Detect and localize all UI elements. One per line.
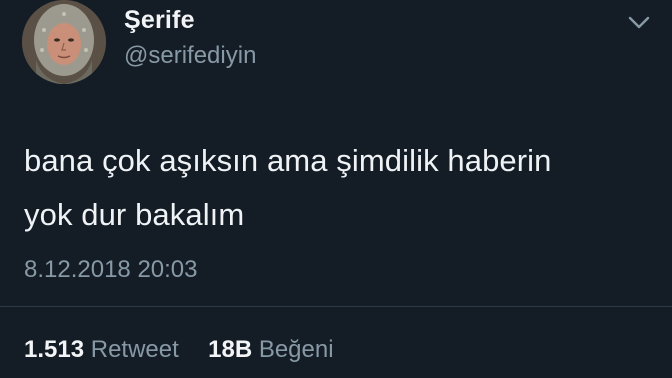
avatar[interactable] [22,0,106,84]
tweet-timestamp[interactable]: 8.12.2018 20:03 [24,256,198,284]
divider [0,306,672,307]
like-stat[interactable]: 18B Beğeni [208,336,333,363]
tweet-text-line: bana çok aşıksın ama şimdilik haberin [24,143,552,178]
tweet-stats: 1.513 Retweet 18B Beğeni [24,336,334,364]
tweet-text-line: yok dur bakalım [24,197,245,232]
chevron-down-icon[interactable] [626,14,652,32]
retweet-stat[interactable]: 1.513 Retweet [24,336,185,363]
like-label: Beğeni [258,336,334,363]
user-handle[interactable]: @serifediyin [124,42,256,70]
display-name[interactable]: Şerife [124,6,195,35]
like-count: 18B [208,336,253,363]
tweet-text: bana çok aşıksın ama şimdilik haberin yo… [24,134,644,242]
retweet-label: Retweet [90,336,179,363]
retweet-count: 1.513 [24,336,85,363]
